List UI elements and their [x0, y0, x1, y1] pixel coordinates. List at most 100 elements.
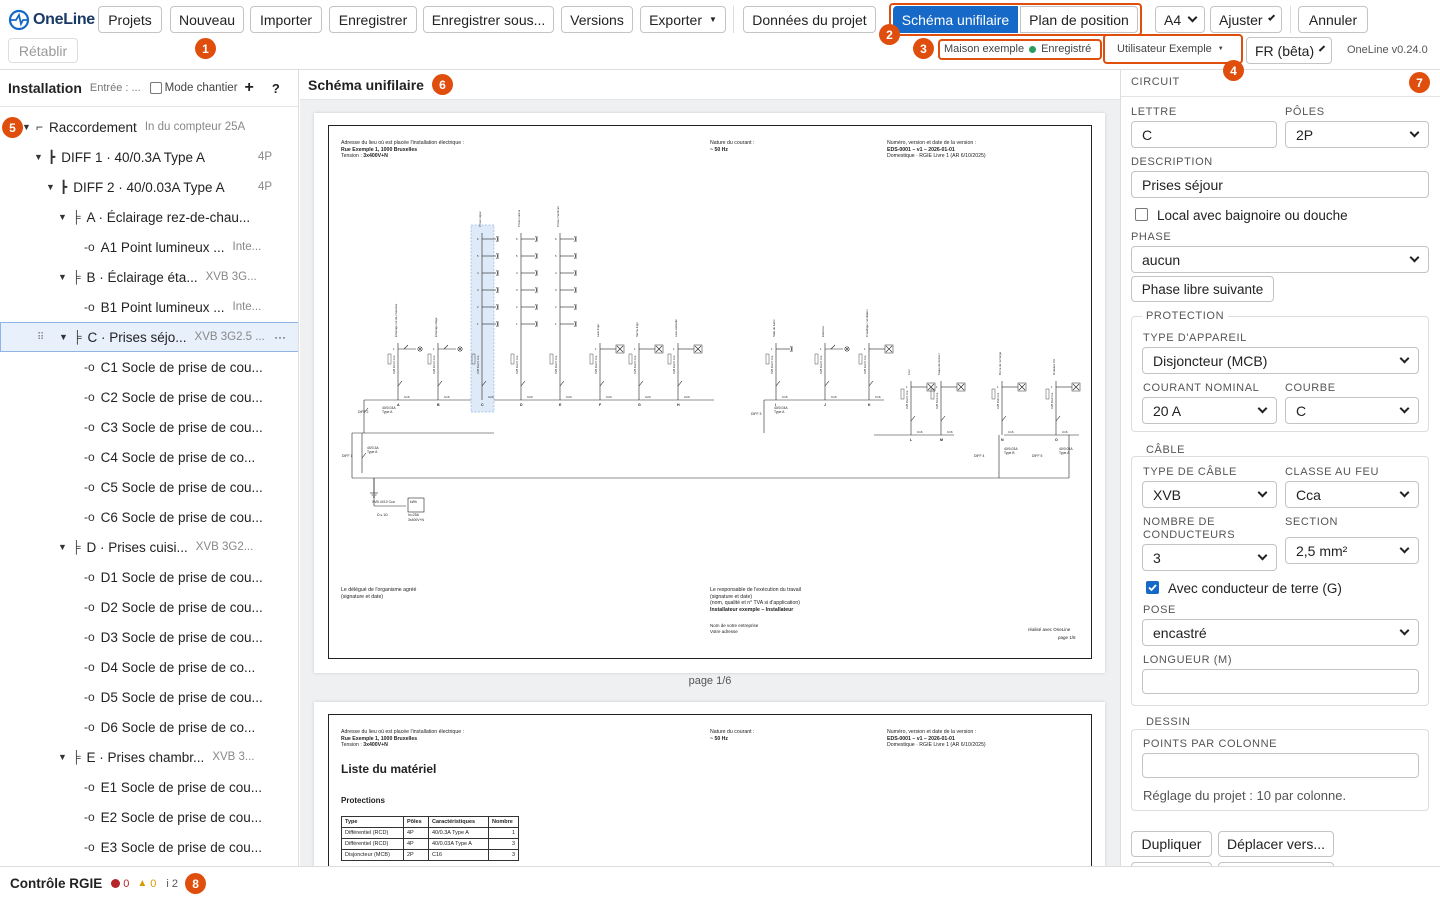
tree-group[interactable]: ▼ ╞ D · Prises cuisi... XVB 3G2... — [0, 532, 298, 562]
nouveau-button[interactable]: Nouveau — [170, 6, 244, 33]
socket-symbol — [534, 320, 537, 328]
tree-group[interactable]: ▼ ┣ DIFF 1 · 40/0.3A Type A 4P — [0, 142, 298, 172]
phase-select[interactable]: aucun — [1131, 246, 1429, 273]
sheet2-domestique: Domestique · RGIE Livre 1 (AR 6/10/2025) — [887, 742, 986, 748]
drag-handle-icon[interactable]: ⠿ — [37, 332, 44, 343]
zoom-select[interactable]: Ajuster — [1210, 6, 1282, 33]
tree-group[interactable]: ▼ ┣ DIFF 2 · 40/0.03A Type A 4P — [0, 172, 298, 202]
expand-toggle-icon[interactable]: ▼ — [46, 182, 60, 192]
point-icon: -o — [84, 390, 95, 404]
tree-group[interactable]: ▼ ╞ A · Éclairage rez-de-chau... — [0, 202, 298, 232]
terre-checkbox[interactable] — [1146, 581, 1159, 594]
tree-item[interactable]: -o D2 Socle de prise de cou... — [0, 592, 298, 622]
retablir-button[interactable]: Rétablir — [8, 38, 78, 63]
annuler-button[interactable]: Annuler — [1298, 6, 1368, 33]
type-cable-select[interactable]: XVB — [1142, 481, 1277, 508]
rgie-footer[interactable]: Contrôle RGIE 0 ▲ 0 i 2 8 — [0, 866, 1440, 900]
poles-select[interactable]: 2P — [1285, 121, 1429, 148]
tree-item[interactable]: -o C1 Socle de prise de cou... — [0, 352, 298, 382]
circuit-cable: XVB 3G4 Cca — [1050, 392, 1054, 409]
circuit-breaker — [599, 380, 605, 387]
expand-toggle-icon[interactable]: ▼ — [58, 212, 72, 222]
tree-item[interactable]: -o C2 Socle de prise de cou... — [0, 382, 298, 412]
exporter-button[interactable]: Exporter ▼ — [640, 6, 726, 33]
help-button[interactable]: ? — [272, 81, 280, 96]
tree-item[interactable]: -o C3 Socle de prise de cou... — [0, 412, 298, 442]
tree-item[interactable]: -o D4 Socle de prise de co... — [0, 652, 298, 682]
more-options-button[interactable]: ··· — [274, 330, 286, 344]
projets-button[interactable]: Projets — [98, 6, 162, 33]
poles-label: PÔLES — [1285, 106, 1325, 118]
pose-select[interactable]: encastré — [1142, 619, 1419, 646]
tree-group[interactable]: ⠿ ▼ ╞ C · Prises séjo... XVB 3G2.5 ... ··· — [0, 322, 298, 352]
tree-item[interactable]: -o C4 Socle de prise de co... — [0, 442, 298, 472]
tree-item[interactable]: -o C6 Socle de prise de cou... — [0, 502, 298, 532]
badge-2: 2 — [879, 24, 900, 45]
tree-item[interactable]: -o B1 Point lumineux ... Inte... — [0, 292, 298, 322]
info-count: i 2 — [166, 877, 179, 890]
diff2-type: Type A — [382, 410, 393, 414]
tree-group[interactable]: ▼ ╞ B · Éclairage éta... XVB 3G... — [0, 262, 298, 292]
tree-item[interactable]: -o C5 Socle de prise de cou... — [0, 472, 298, 502]
language-select[interactable]: FR (bêta) — [1246, 37, 1332, 64]
mode-chantier-checkbox[interactable] — [149, 82, 162, 94]
enregistrer-sous-button[interactable]: Enregistrer sous... — [423, 6, 554, 33]
description-input[interactable]: Prises séjour — [1131, 171, 1429, 198]
expand-toggle-icon[interactable]: ▼ — [58, 542, 72, 552]
entry-selector[interactable]: Entrée : ... — [90, 82, 141, 94]
enregistrer-button[interactable]: Enregistrer — [329, 6, 417, 33]
add-entry-button[interactable]: + — [245, 79, 254, 97]
user-menu[interactable]: Utilisateur Exemple ▼ — [1117, 43, 1224, 55]
importer-button[interactable]: Importer — [250, 6, 322, 33]
courant-nominal-select[interactable]: 20 A — [1142, 397, 1277, 424]
donnees-projet-button[interactable]: Données du projet — [743, 6, 876, 33]
deplacer-button[interactable]: Déplacer vers... — [1218, 831, 1334, 857]
socket-symbol — [573, 286, 576, 294]
lettre-input[interactable]: C — [1131, 121, 1277, 148]
points-colonne-input[interactable] — [1142, 753, 1419, 778]
expand-toggle-icon[interactable]: ▼ — [22, 122, 36, 132]
circuit-letter: M — [940, 438, 943, 442]
tab-schema-unifilaire[interactable]: Schéma unifilaire — [893, 6, 1018, 33]
tree-group[interactable]: ▼ ⌐ Raccordement In du compteur 25A — [0, 112, 298, 142]
dupliquer-button[interactable]: Dupliquer — [1131, 831, 1212, 857]
expand-toggle-icon[interactable]: ▼ — [34, 152, 48, 162]
versions-button[interactable]: Versions — [561, 6, 633, 33]
circuit-protection: C16 — [1062, 430, 1068, 434]
tree-item[interactable]: -o E2 Socle de prise de cou... — [0, 802, 298, 832]
expand-toggle-icon[interactable]: ▼ — [58, 272, 72, 282]
type-appareil-select[interactable]: Disjoncteur (MCB) — [1142, 347, 1419, 374]
classe-feu-select[interactable]: Cca — [1285, 481, 1419, 508]
project-status[interactable]: Maison exemple Enregistré — [944, 43, 1091, 55]
tree-item[interactable]: -o D5 Socle de prise de cou... — [0, 682, 298, 712]
tree-item[interactable]: -o D1 Socle de prise de cou... — [0, 562, 298, 592]
error-count: 0 — [123, 877, 130, 890]
sheet-resp-sub: (signature et date) — [710, 593, 753, 600]
tree-item[interactable]: -o D3 Socle de prise de cou... — [0, 622, 298, 652]
bath-checkbox[interactable] — [1135, 208, 1148, 221]
table-cell: 2P — [403, 849, 429, 861]
tree-item[interactable]: -o D6 Socle de prise de co... — [0, 712, 298, 742]
expand-toggle-icon[interactable]: ▼ — [58, 752, 72, 762]
tree-item[interactable]: -o E1 Socle de prise de cou... — [0, 772, 298, 802]
page-format-select[interactable]: A4 — [1155, 6, 1205, 33]
tree-group[interactable]: ▼ ╞ E · Prises chambr... XVB 3... — [0, 742, 298, 772]
tree-item[interactable]: -o E3 Socle de prise de cou... — [0, 832, 298, 862]
circuit-letter: C — [481, 403, 484, 407]
tree-item-meta: In du compteur 25A — [144, 121, 246, 133]
expand-toggle-icon[interactable]: ▼ — [59, 332, 73, 342]
tree-item-label: D2 Socle de prise de cou... — [100, 599, 263, 615]
diff1-label: DIFF 1 — [342, 454, 352, 458]
section-select[interactable]: 2,5 mm² — [1285, 537, 1419, 564]
schema-canvas[interactable]: Adresse du lieu où est placée l'installa… — [300, 100, 1120, 866]
courant-nominal-label: COURANT NOMINAL — [1143, 382, 1260, 394]
longueur-input[interactable] — [1142, 669, 1419, 694]
courbe-select[interactable]: C — [1285, 397, 1419, 424]
phase-libre-button[interactable]: Phase libre suivante — [1131, 276, 1274, 302]
classe-feu-label: CLASSE AU FEU — [1285, 466, 1379, 478]
tab-plan-position[interactable]: Plan de position — [1020, 6, 1138, 33]
tree-item[interactable]: -o A1 Point lumineux ... Inte... — [0, 232, 298, 262]
meter-label: kWh — [410, 500, 417, 504]
app-logo[interactable]: OneLine — [8, 7, 95, 33]
nb-conducteurs-select[interactable]: 3 — [1142, 544, 1277, 571]
